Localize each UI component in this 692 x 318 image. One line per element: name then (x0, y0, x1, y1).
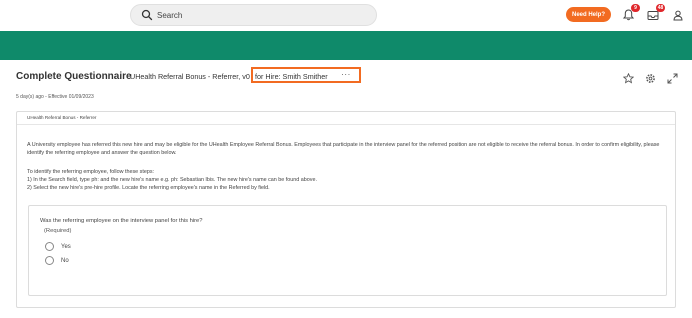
step-one: 1) In the Search field, type ph: and the… (27, 177, 317, 183)
page-title: Complete Questionnaire (16, 71, 132, 82)
hire-name-label: for Hire: Smith Smither (255, 72, 328, 81)
effective-date-meta: 5 day(s) ago - Effective 01/09/2023 (16, 94, 94, 100)
inbox-badge: 48 (656, 4, 665, 12)
search-icon (141, 9, 153, 21)
expand-icon (667, 73, 677, 83)
brand-band (0, 31, 692, 60)
questionnaire-header: UHealth Referral Bonus - Referrer (17, 112, 675, 125)
related-actions-button[interactable]: ··· (338, 69, 354, 79)
required-label: (Required) (44, 228, 72, 234)
option-label: No (61, 257, 69, 264)
settings-button[interactable] (644, 72, 656, 84)
option-label: Yes (61, 243, 71, 250)
page-subtitle: UHealth Referral Bonus - Referrer, v0 (130, 72, 250, 81)
option-yes[interactable]: Yes (45, 242, 71, 251)
need-help-button[interactable]: Need Help? (566, 7, 611, 22)
expand-button[interactable] (666, 72, 678, 84)
user-icon (673, 10, 683, 20)
search-box[interactable] (130, 4, 377, 26)
notifications-badge: 9 (631, 4, 640, 12)
steps-title: To identify the referring employee, foll… (27, 169, 155, 175)
notifications-button[interactable]: 9 (620, 4, 640, 23)
favorite-button[interactable] (622, 72, 634, 84)
top-bar: Need Help? 9 48 (0, 0, 692, 31)
gear-icon (645, 73, 655, 83)
option-no[interactable]: No (45, 256, 69, 265)
main-page: Complete Questionnaire UHealth Referral … (0, 60, 692, 318)
step-two: 2) Select the new hire's pre-hire profil… (27, 185, 270, 191)
star-icon (622, 72, 634, 84)
question-text: Was the referring employee on the interv… (40, 218, 203, 224)
search-input[interactable] (157, 7, 357, 23)
intro-paragraph: A University employee has referred this … (27, 142, 660, 156)
profile-button[interactable] (670, 7, 686, 23)
questionnaire-card: UHealth Referral Bonus - Referrer A Univ… (16, 111, 676, 308)
radio-button[interactable] (45, 242, 54, 251)
questionnaire-heading: UHealth Referral Bonus - Referrer (27, 115, 97, 120)
inbox-button[interactable]: 48 (645, 4, 665, 23)
question-card: Was the referring employee on the interv… (28, 205, 667, 296)
radio-button[interactable] (45, 256, 54, 265)
